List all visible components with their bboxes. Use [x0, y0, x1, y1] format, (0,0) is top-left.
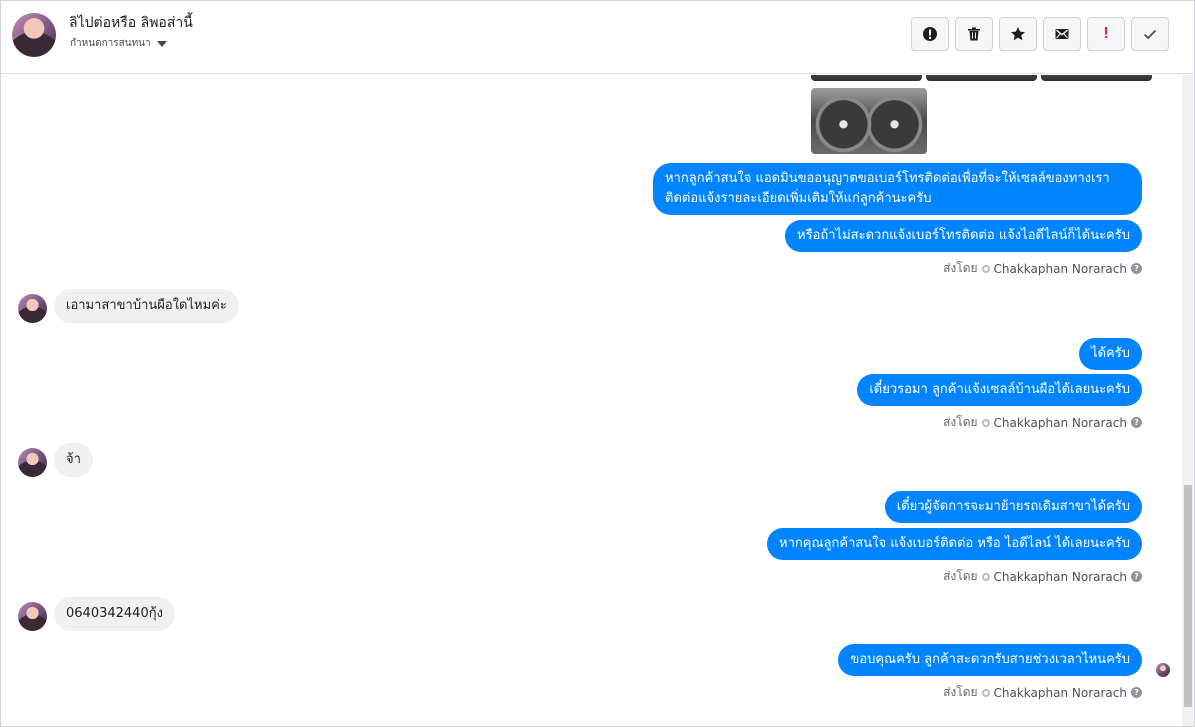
sent-by-label: ส่งโดย Chakkaphan Norarach ?: [943, 683, 1142, 702]
caret-down-icon: [156, 40, 167, 47]
outgoing-message[interactable]: หรือถ้าไม่สะดวกแจ้งเบอร์โทรติดต่อ แจ้งไอ…: [785, 220, 1142, 252]
help-icon[interactable]: ?: [1131, 263, 1142, 274]
delete-button[interactable]: [955, 17, 993, 51]
outgoing-message[interactable]: เดี๋ยวรอมา ลูกค้าแจ้งเซลล์บ้านผือได้เลยน…: [857, 374, 1142, 406]
exclamation-icon: !: [1103, 25, 1109, 42]
contact-avatar-small[interactable]: [18, 294, 47, 323]
contact-avatar[interactable]: [12, 13, 56, 57]
outgoing-message[interactable]: หากลูกค้าสนใจ แอดมินขออนุญาตขอเบอร์โทรติ…: [653, 163, 1142, 215]
sent-by-prefix: ส่งโดย: [943, 415, 978, 429]
important-button[interactable]: !: [1087, 17, 1125, 51]
incoming-message[interactable]: จ้า: [54, 443, 93, 477]
help-icon[interactable]: ?: [1131, 417, 1142, 428]
agent-name[interactable]: Chakkaphan Norarach: [994, 262, 1127, 276]
contact-avatar-small[interactable]: [18, 448, 47, 477]
contact-avatar-small[interactable]: [18, 602, 47, 631]
conversation-actions: !: [911, 17, 1169, 51]
agent-status-icon: [981, 688, 990, 697]
mark-unread-button[interactable]: [1043, 17, 1081, 51]
agent-status-icon: [981, 418, 990, 427]
attachment-photo[interactable]: [811, 75, 922, 81]
message-row: เอามาสาขาบ้านผือใดไหมค่ะ: [54, 289, 239, 323]
message-row: ขอบคุณครับ ลูกค้าสะดวกรับสายช่วงเวลาไหนค…: [838, 644, 1142, 676]
message-row: 0640342440กุ้ง: [54, 597, 175, 631]
message-row: เดี๋ยวรอมา ลูกค้าแจ้งเซลล์บ้านผือได้เลยน…: [857, 374, 1142, 406]
message-row: เดี๋ยวผู้จัดการจะมาย้ายรถเดิมสาขาได้ครับ: [884, 491, 1142, 523]
conversation-label-dropdown[interactable]: กำหนดการสนทนา: [70, 36, 167, 51]
thread-scrollbar[interactable]: [1182, 75, 1194, 726]
agent-status-icon: [981, 264, 990, 273]
help-icon[interactable]: ?: [1131, 687, 1142, 698]
agent-status-icon: [981, 572, 990, 581]
help-icon[interactable]: ?: [1131, 571, 1142, 582]
seen-indicator-avatar: [1156, 663, 1170, 677]
mail-icon: [1055, 29, 1069, 39]
message-thread[interactable]: หากลูกค้าสนใจ แอดมินขออนุญาตขอเบอร์โทรติ…: [1, 75, 1182, 726]
message-row: จ้า: [54, 443, 93, 477]
message-row: หากคุณลูกค้าสนใจ แจ้งเบอร์ติดต่อ หรือ ไอ…: [767, 528, 1142, 560]
outgoing-message[interactable]: หากคุณลูกค้าสนใจ แจ้งเบอร์ติดต่อ หรือ ไอ…: [767, 528, 1142, 560]
attachment-photo-dashboard[interactable]: [811, 88, 927, 154]
star-icon: [1011, 27, 1025, 41]
attachment-photo[interactable]: [1041, 75, 1152, 81]
trash-icon: [968, 27, 980, 41]
agent-name[interactable]: Chakkaphan Norarach: [994, 570, 1127, 584]
outgoing-message[interactable]: ได้ครับ: [1079, 338, 1142, 370]
outgoing-message[interactable]: เดี๋ยวผู้จัดการจะมาย้ายรถเดิมสาขาได้ครับ: [884, 491, 1142, 523]
check-icon: [1143, 29, 1157, 40]
sent-by-prefix: ส่งโดย: [943, 569, 978, 583]
scrollbar-thumb[interactable]: [1184, 485, 1192, 707]
star-button[interactable]: [999, 17, 1037, 51]
spam-button[interactable]: [911, 17, 949, 51]
inbox-conversation-window: ลิไปต่อหรือ ลิพอส่านี้ กำหนดการสนทนา ! ห…: [0, 0, 1195, 727]
message-row: หรือถ้าไม่สะดวกแจ้งเบอร์โทรติดต่อ แจ้งไอ…: [785, 220, 1142, 252]
contact-name[interactable]: ลิไปต่อหรือ ลิพอส่านี้: [69, 12, 193, 34]
outgoing-message[interactable]: ขอบคุณครับ ลูกค้าสะดวกรับสายช่วงเวลาไหนค…: [838, 644, 1142, 676]
sent-by-prefix: ส่งโดย: [943, 685, 978, 699]
sent-by-prefix: ส่งโดย: [943, 261, 978, 275]
sent-by-label: ส่งโดย Chakkaphan Norarach ?: [943, 567, 1142, 586]
attachment-photo[interactable]: [926, 75, 1037, 81]
done-button[interactable]: [1131, 17, 1169, 51]
sent-by-label: ส่งโดย Chakkaphan Norarach ?: [943, 413, 1142, 432]
message-row: ได้ครับ: [1079, 338, 1142, 370]
agent-name[interactable]: Chakkaphan Norarach: [994, 416, 1127, 430]
conversation-header: ลิไปต่อหรือ ลิพอส่านี้ กำหนดการสนทนา !: [1, 1, 1194, 74]
conversation-label-text: กำหนดการสนทนา: [70, 38, 151, 49]
incoming-message[interactable]: 0640342440กุ้ง: [54, 597, 175, 631]
agent-name[interactable]: Chakkaphan Norarach: [994, 686, 1127, 700]
sent-by-label: ส่งโดย Chakkaphan Norarach ?: [943, 259, 1142, 278]
incoming-message[interactable]: เอามาสาขาบ้านผือใดไหมค่ะ: [54, 289, 239, 323]
alert-circle-icon: [923, 27, 937, 41]
message-row: หากลูกค้าสนใจ แอดมินขออนุญาตขอเบอร์โทรติ…: [653, 163, 1142, 215]
